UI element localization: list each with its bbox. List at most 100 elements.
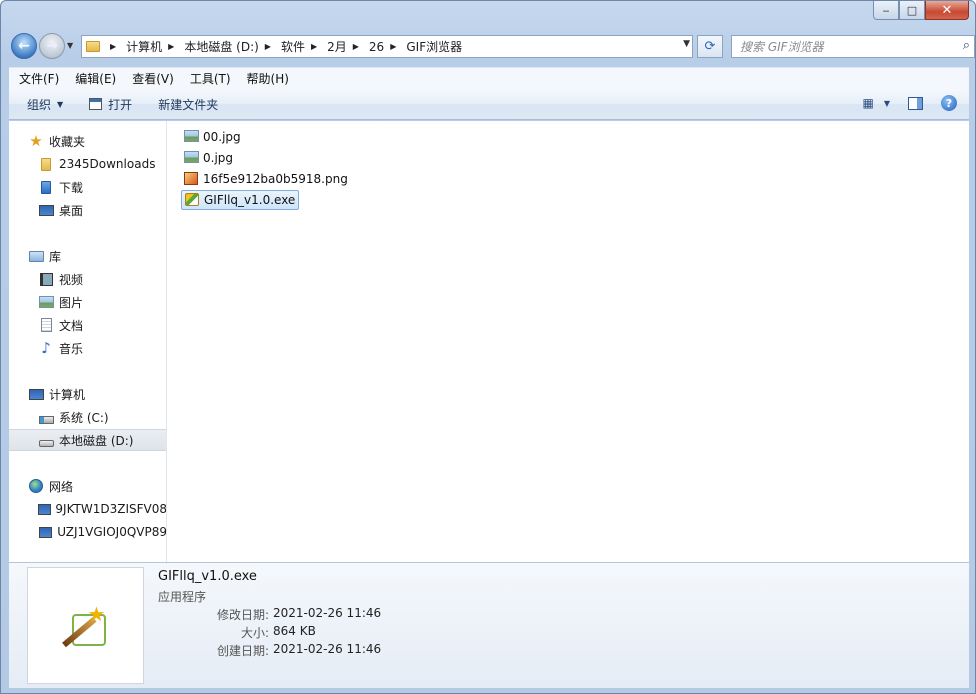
exe-file-icon <box>185 193 201 207</box>
search-input[interactable]: 搜索 GIF浏览器 ⌕ <box>731 35 975 58</box>
desktop-icon <box>37 202 55 218</box>
address-bar[interactable]: ▶ 计算机 ▶ 本地磁盘 (D:) ▶ 软件 ▶ 2月 ▶ 26 ▶ GIF浏览器 ▼ <box>81 35 693 58</box>
list-item-selected[interactable]: GIFllq_v1.0.exe <box>181 190 300 210</box>
breadcrumb-computer[interactable]: 计算机 <box>126 38 162 55</box>
sidebar-item-pictures[interactable]: 图片 <box>9 291 166 313</box>
menu-view[interactable]: 查看(V) <box>132 70 174 87</box>
navigation-pane: ★ 收藏夹 2345Downloads 下载 桌面 库 视频 图片 文档 ♪ 音… <box>9 121 167 562</box>
image-file-icon <box>184 130 200 144</box>
sidebar-label: 收藏夹 <box>49 134 86 149</box>
breadcrumb-separator-icon[interactable]: ▶ <box>110 42 116 51</box>
new-folder-label: 新建文件夹 <box>158 97 219 112</box>
details-pane: ★ GIFllq_v1.0.exe 应用程序 修改日期: 2021-02-26 … <box>9 562 969 688</box>
network-computer-icon <box>37 501 51 517</box>
sidebar-label: 下载 <box>59 180 84 195</box>
sidebar-item-drive-d[interactable]: 本地磁盘 (D:) <box>9 429 166 451</box>
menu-edit[interactable]: 编辑(E) <box>75 70 116 87</box>
details-file-type: 应用程序 <box>158 590 207 604</box>
breadcrumb-drive-d[interactable]: 本地磁盘 (D:) <box>184 38 258 55</box>
menu-help[interactable]: 帮助(H) <box>247 70 289 87</box>
downloads-folder-icon <box>37 179 55 195</box>
open-button[interactable]: 打开 <box>89 96 132 113</box>
help-button[interactable]: ? <box>941 95 957 111</box>
open-program-icon <box>89 98 103 110</box>
help-icon: ? <box>945 96 953 110</box>
file-name: 0.jpg <box>203 151 234 165</box>
network-globe-icon <box>27 478 45 494</box>
sidebar-item-music[interactable]: ♪ 音乐 <box>9 337 166 359</box>
breadcrumb-separator-icon[interactable]: ▶ <box>265 42 271 51</box>
close-button[interactable]: ✕ <box>925 1 969 20</box>
list-item[interactable]: 0.jpg <box>181 148 236 168</box>
explorer-window: ‒ □ ✕ ← → ▼ ▶ 计算机 ▶ 本地磁盘 (D:) ▶ 软件 ▶ 2月 ▶ 26… <box>0 0 976 694</box>
address-dropdown-icon[interactable]: ▼ <box>683 39 690 49</box>
image-file-icon <box>184 151 200 165</box>
hard-drive-icon <box>37 432 55 448</box>
organize-button[interactable]: 组织 ▼ <box>27 96 63 113</box>
details-file-name: GIFllq_v1.0.exe <box>158 569 257 584</box>
breadcrumb-separator-icon[interactable]: ▶ <box>353 42 359 51</box>
menu-tools[interactable]: 工具(T) <box>190 70 231 87</box>
sidebar-label: 文档 <box>59 318 84 333</box>
forward-arrow-icon: → <box>46 38 58 54</box>
back-button[interactable]: ← <box>11 33 37 59</box>
new-folder-button[interactable]: 新建文件夹 <box>158 96 218 113</box>
sidebar-computer[interactable]: 计算机 <box>9 383 166 405</box>
sidebar-item-videos[interactable]: 视频 <box>9 268 166 290</box>
computer-icon <box>27 386 45 402</box>
content-area: ★ 收藏夹 2345Downloads 下载 桌面 库 视频 图片 文档 ♪ 音… <box>9 121 969 562</box>
view-options-button[interactable]: ▦ ▼ <box>863 96 891 110</box>
sidebar-item-desktop[interactable]: 桌面 <box>9 199 166 221</box>
breadcrumb-separator-icon[interactable]: ▶ <box>168 42 174 51</box>
sidebar-item-documents[interactable]: 文档 <box>9 314 166 336</box>
menu-bar: 文件(F) 编辑(E) 查看(V) 工具(T) 帮助(H) <box>9 67 969 89</box>
breadcrumb-software[interactable]: 软件 <box>281 38 305 55</box>
forward-button[interactable]: → <box>39 33 65 59</box>
star-icon: ★ <box>29 132 43 150</box>
sidebar-network[interactable]: 网络 <box>9 475 166 497</box>
breadcrumb-february[interactable]: 2月 <box>327 38 347 55</box>
sidebar-favorites[interactable]: ★ 收藏夹 <box>9 130 166 152</box>
refresh-button[interactable]: ⟳ <box>697 35 723 58</box>
breadcrumb-separator-icon[interactable]: ▶ <box>390 42 396 51</box>
breadcrumb-26[interactable]: 26 <box>369 40 384 54</box>
sidebar-item-downloads[interactable]: 下载 <box>9 176 166 198</box>
command-bar-right: ▦ ▼ ? <box>845 95 957 111</box>
details-modified-label: 修改日期: <box>216 608 269 622</box>
sidebar-item-network-pc-2[interactable]: UZJ1VGIOJ0QVP89 <box>9 521 166 543</box>
video-icon <box>37 271 55 287</box>
breadcrumb-gif-browser[interactable]: GIF浏览器 <box>406 38 462 55</box>
breadcrumb-separator-icon[interactable]: ▶ <box>311 42 317 51</box>
recent-pages-dropdown-icon[interactable]: ▼ <box>67 41 73 50</box>
details-created-label: 创建日期: <box>216 644 269 658</box>
library-icon <box>27 248 45 264</box>
search-icon[interactable]: ⌕ <box>963 38 970 53</box>
folder-icon <box>86 41 100 52</box>
sidebar-label: 本地磁盘 (D:) <box>59 433 134 448</box>
sidebar-item-drive-c[interactable]: 系统 (C:) <box>9 406 166 428</box>
maximize-button[interactable]: □ <box>899 1 925 20</box>
file-name: 00.jpg <box>203 130 241 144</box>
minimize-button[interactable]: ‒ <box>873 1 899 20</box>
sidebar-item-network-pc-1[interactable]: 9JKTW1D3ZISFV08 <box>9 498 166 520</box>
sidebar-item-2345downloads[interactable]: 2345Downloads <box>9 153 166 175</box>
file-thumbnail: ★ <box>27 567 144 684</box>
menu-file[interactable]: 文件(F) <box>19 70 59 87</box>
pictures-icon <box>37 294 55 310</box>
preview-pane-button[interactable] <box>908 96 923 110</box>
sidebar-label: 计算机 <box>49 387 86 402</box>
list-item[interactable]: 00.jpg <box>181 127 244 147</box>
sidebar-libraries[interactable]: 库 <box>9 245 166 267</box>
search-placeholder: 搜索 GIF浏览器 <box>740 40 824 54</box>
navigation-row: ← → ▼ ▶ 计算机 ▶ 本地磁盘 (D:) ▶ 软件 ▶ 2月 ▶ 26 ▶ GIF浏… <box>9 31 975 61</box>
refresh-icon: ⟳ <box>704 39 716 54</box>
chevron-down-icon: ▼ <box>883 98 890 108</box>
system-drive-icon <box>37 409 55 425</box>
network-computer-icon <box>37 524 53 540</box>
list-item[interactable]: 16f5e912ba0b5918.png <box>181 169 351 189</box>
back-arrow-icon: ← <box>18 38 30 54</box>
details-size-value: 864 KB <box>273 624 316 638</box>
caption-buttons: ‒ □ ✕ <box>873 1 969 21</box>
sidebar-label: 桌面 <box>59 203 84 218</box>
view-icon: ▦ <box>862 96 874 110</box>
